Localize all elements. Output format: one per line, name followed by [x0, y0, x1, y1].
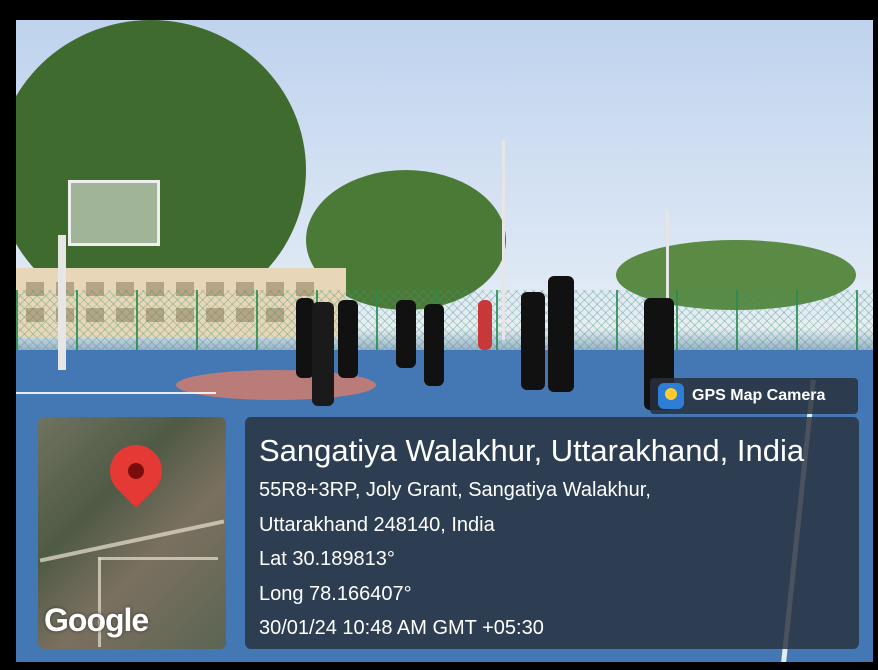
hoop-pole	[58, 235, 66, 370]
app-name: GPS Map Camera	[692, 387, 826, 404]
map-road	[98, 557, 218, 560]
player	[424, 304, 444, 386]
datetime: 30/01/24 10:48 AM GMT +05:30	[259, 617, 544, 639]
player	[396, 300, 416, 368]
light-pole	[502, 140, 505, 340]
court-line	[16, 392, 216, 394]
player	[521, 292, 545, 390]
player	[312, 302, 334, 406]
location-pin-dot	[128, 463, 144, 479]
player	[338, 300, 358, 378]
place-title: Sangatiya Walakhur, Uttarakhand, India	[259, 433, 805, 468]
google-logo: Google	[44, 602, 149, 638]
backboard	[68, 180, 160, 246]
player	[548, 276, 574, 392]
address-line-1: 55R8+3RP, Joly Grant, Sangatiya Walakhur…	[259, 479, 651, 501]
player	[478, 300, 492, 350]
location-stamp-card: Sangatiya Walakhur, Uttarakhand, India 5…	[245, 417, 859, 649]
longitude: Long 78.166407°	[259, 583, 412, 605]
latitude: Lat 30.189813°	[259, 548, 395, 570]
address-line-2: Uttarakhand 248140, India	[259, 514, 495, 536]
map-thumbnail: Google	[38, 417, 226, 649]
image-frame: Google GPS Map Camera Sangatiya Walakhur…	[0, 0, 878, 670]
app-badge: GPS Map Camera	[650, 378, 858, 414]
gps-map-camera-icon	[658, 383, 684, 409]
